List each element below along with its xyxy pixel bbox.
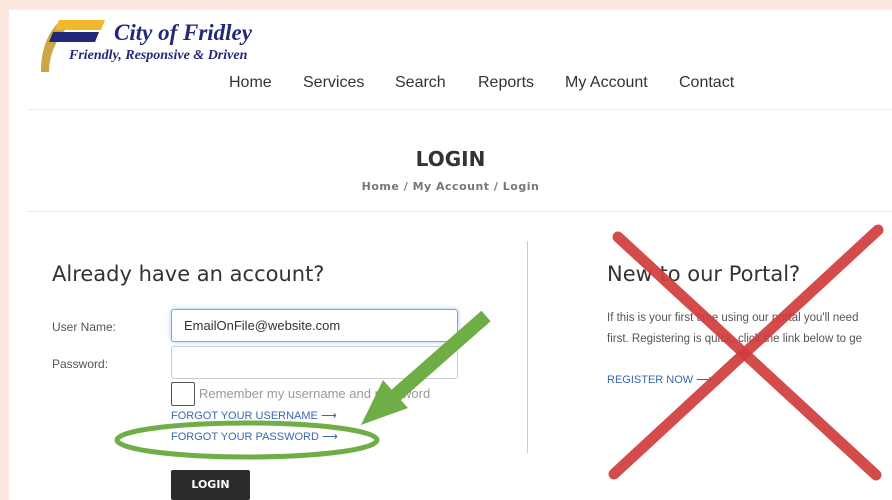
breadcrumb-my-account[interactable]: My Account — [413, 180, 490, 193]
register-text-line-1: If this is your first time using our por… — [607, 312, 859, 324]
breadcrumb-separator: / — [493, 180, 499, 193]
nav-my-account[interactable]: My Account — [565, 74, 648, 92]
logo-title: City of Fridley — [114, 20, 252, 45]
remember-label: Remember my username and password — [199, 386, 431, 401]
header-divider — [27, 109, 892, 110]
page: City of Fridley Friendly, Responsive & D… — [9, 10, 892, 500]
breadcrumb-home[interactable]: Home — [362, 180, 400, 193]
breadcrumb: Home / My Account / Login — [9, 180, 892, 193]
username-label: User Name: — [52, 320, 117, 334]
register-text-line-2: first. Registering is quick, click the l… — [607, 333, 863, 345]
forgot-username-link[interactable]: FORGOT YOUR USERNAME ⟶ — [171, 409, 337, 422]
logo-swoosh-icon — [41, 20, 105, 72]
breadcrumb-current: Login — [502, 180, 540, 193]
nav-home[interactable]: Home — [229, 74, 272, 92]
register-heading: New to our Portal? — [607, 262, 801, 286]
main-nav: Home Services Search Reports My Account … — [9, 74, 892, 94]
page-title: LOGIN — [415, 147, 486, 171]
username-input[interactable]: EmailOnFile@website.com — [171, 309, 458, 342]
password-input[interactable] — [171, 346, 458, 379]
remember-checkbox[interactable] — [171, 382, 195, 406]
title-divider — [27, 211, 892, 212]
breadcrumb-separator: / — [403, 180, 409, 193]
register-now-link[interactable]: REGISTER NOW ⟶ — [607, 373, 712, 386]
nav-reports[interactable]: Reports — [478, 74, 534, 92]
forgot-password-link[interactable]: FORGOT YOUR PASSWORD ⟶ — [171, 430, 338, 443]
city-logo[interactable]: City of Fridley Friendly, Responsive & D… — [25, 14, 285, 76]
nav-search[interactable]: Search — [395, 74, 446, 92]
nav-contact[interactable]: Contact — [679, 74, 734, 92]
password-label: Password: — [52, 357, 109, 371]
nav-services[interactable]: Services — [303, 74, 364, 92]
login-button[interactable]: LOGIN — [171, 470, 250, 500]
logo-tagline: Friendly, Responsive & Driven — [69, 48, 248, 63]
column-divider — [527, 241, 528, 453]
login-heading: Already have an account? — [52, 262, 325, 286]
